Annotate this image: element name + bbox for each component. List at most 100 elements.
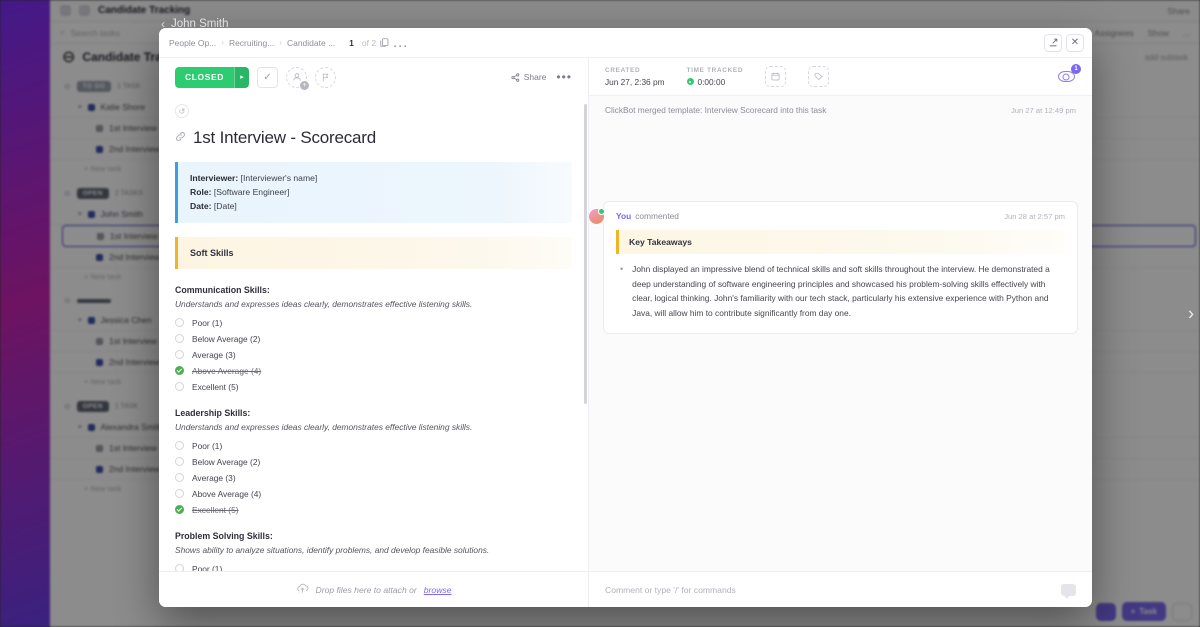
next-task-chevron-icon[interactable]: › — [1188, 303, 1194, 324]
rating-option-label: Excellent (5) — [192, 381, 239, 392]
share-task-button[interactable]: Share — [511, 72, 547, 82]
skill-block: Leadership Skills: Understands and expres… — [175, 408, 572, 515]
rating-option[interactable]: Above Average (4) — [175, 489, 572, 499]
rating-option[interactable]: Poor (1) — [175, 564, 572, 571]
comment-card: You commented Jun 28 at 2:57 pm Key Take… — [589, 201, 1078, 334]
add-tag-button[interactable] — [808, 66, 830, 87]
comment-body-text: John displayed an impressive blend of te… — [632, 264, 1050, 319]
radio-unchecked-icon[interactable] — [175, 334, 184, 344]
chat-bubble-icon[interactable] — [1061, 583, 1076, 599]
rating-option[interactable]: Excellent (5) — [175, 505, 572, 515]
share-task-label: Share — [523, 72, 547, 82]
rating-option-label: Above Average (4) — [192, 365, 262, 376]
screen: Candidate Tracking Share ⌕ Search tasks … — [0, 0, 1200, 627]
modal-body: CLOSED ▸ ✓ + Share ••• ↺ 1st Interview -… — [159, 58, 1092, 607]
comment-verb: commented — [635, 211, 679, 221]
bullet-marker-icon: • — [620, 264, 624, 274]
interviewer-value: [Interviewer's name] — [240, 173, 318, 183]
breadcrumb: People Op... › Recruiting... › Candidate… — [169, 38, 335, 48]
system-activity-text: ClickBot merged template: Interview Scor… — [605, 105, 827, 115]
comment-timestamp: Jun 28 at 2:57 pm — [1004, 212, 1065, 221]
created-field: CREATED Jun 27, 2:36 pm — [605, 67, 665, 87]
soft-skills-heading-callout: Soft Skills — [175, 236, 572, 269]
set-priority-button[interactable] — [315, 66, 337, 88]
rating-option[interactable]: Excellent (5) — [175, 382, 572, 392]
breadcrumb-item-2[interactable]: Candidate ... — [287, 38, 335, 48]
content-scrollbar[interactable] — [584, 104, 587, 404]
created-label: CREATED — [605, 66, 641, 74]
activity-pane: CREATED Jun 27, 2:36 pm TIME TRACKED 0:0… — [589, 58, 1092, 607]
rating-option[interactable]: Below Average (2) — [175, 334, 572, 344]
comment-author[interactable]: You — [616, 211, 631, 221]
skill-block: Communication Skills: Understands and exp… — [175, 285, 572, 392]
rating-option-label: Poor (1) — [192, 440, 223, 451]
dropzone-text: Drop files here to attach or — [315, 584, 417, 595]
status-caret-icon: ▸ — [234, 66, 250, 88]
watchers-count-badge: 1 — [1071, 63, 1081, 74]
breadcrumb-item-0[interactable]: People Op... — [169, 38, 216, 48]
skill-block: Problem Solving Skills: Shows ability to … — [175, 531, 572, 571]
task-modal: People Op... › Recruiting... › Candidate… — [159, 28, 1092, 607]
task-more-icon[interactable]: ••• — [556, 71, 572, 83]
task-content-scroll: ↺ 1st Interview - Scorecard Interviewer:… — [159, 96, 588, 571]
status-button[interactable]: CLOSED ▸ — [175, 66, 250, 88]
radio-unchecked-icon[interactable] — [175, 441, 184, 451]
skill-description: Understands and expresses ideas clearly,… — [175, 298, 473, 309]
browse-link[interactable]: browse — [424, 585, 452, 595]
time-tracked-value: 0:00:00 — [697, 76, 726, 87]
radio-unchecked-icon[interactable] — [175, 457, 184, 467]
time-tracked-field[interactable]: TIME TRACKED 0:00:00 — [686, 67, 744, 87]
activity-feed: ClickBot merged template: Interview Scor… — [589, 96, 1092, 571]
comment-bullet: • John displayed an impressive blend of … — [616, 262, 1065, 321]
rating-option[interactable]: Poor (1) — [175, 441, 572, 451]
file-dropzone[interactable]: Drop files here to attach or browse — [159, 571, 588, 607]
rating-option[interactable]: Poor (1) — [175, 318, 572, 328]
skill-name: Communication Skills: — [175, 284, 270, 295]
radio-unchecked-icon[interactable] — [175, 564, 184, 571]
header-more-icon[interactable]: … — [392, 34, 408, 51]
add-date-button[interactable] — [765, 66, 787, 87]
task-toolbar: CLOSED ▸ ✓ + Share ••• — [159, 58, 588, 96]
radio-unchecked-icon[interactable] — [175, 382, 184, 392]
radio-checked-icon[interactable] — [175, 366, 184, 376]
upload-cloud-icon — [296, 581, 309, 599]
soft-skills-heading: Soft Skills — [190, 247, 234, 258]
mark-complete-button[interactable]: ✓ — [257, 66, 279, 88]
comment-header: You commented Jun 28 at 2:57 pm — [616, 211, 1065, 221]
key-takeaways-callout: Key Takeaways — [616, 230, 1065, 254]
close-modal-button[interactable]: ✕ — [1066, 33, 1084, 52]
task-title[interactable]: 1st Interview - Scorecard — [193, 128, 376, 148]
skill-description: Understands and expresses ideas clearly,… — [175, 421, 473, 432]
radio-unchecked-icon[interactable] — [175, 489, 184, 499]
page-total: of 2 — [361, 37, 377, 48]
comment-input[interactable]: Comment or type '/' for commands — [589, 571, 1092, 607]
system-activity-entry: ClickBot merged template: Interview Scor… — [589, 96, 1092, 115]
date-key: Date: — [190, 201, 212, 212]
role-line: Role: [Software Engineer] — [190, 185, 560, 199]
rating-option[interactable]: Average (3) — [175, 350, 572, 360]
eye-icon[interactable]: 1 — [1056, 63, 1081, 85]
radio-unchecked-icon[interactable] — [175, 473, 184, 483]
modal-header: People Op... › Recruiting... › Candidate… — [159, 28, 1092, 58]
radio-checked-icon[interactable] — [175, 505, 184, 515]
interview-info-callout: Interviewer: [Interviewer's name] Role: … — [175, 162, 572, 223]
link-icon — [175, 131, 186, 145]
avatar[interactable] — [589, 208, 605, 225]
add-assignee-button[interactable]: + — [286, 66, 310, 90]
radio-unchecked-icon[interactable] — [175, 318, 184, 328]
breadcrumb-item-1[interactable]: Recruiting... — [229, 38, 274, 48]
interviewer-line: Interviewer: [Interviewer's name] — [190, 171, 560, 185]
rating-option[interactable]: Average (3) — [175, 473, 572, 483]
rating-option[interactable]: Below Average (2) — [175, 457, 572, 467]
copy-link-icon[interactable] — [376, 35, 392, 51]
interviewer-key: Interviewer: — [190, 173, 239, 183]
watchers-field[interactable]: 1 — [1056, 63, 1081, 85]
rating-option-label: Below Average (2) — [192, 456, 261, 467]
radio-unchecked-icon[interactable] — [175, 350, 184, 360]
role-value: [Software Engineer] — [213, 187, 290, 198]
task-detail-pane: CLOSED ▸ ✓ + Share ••• ↺ 1st Interview -… — [159, 58, 589, 607]
expand-task-button[interactable] — [1044, 33, 1062, 52]
task-title-row: 1st Interview - Scorecard — [175, 128, 572, 148]
history-icon[interactable]: ↺ — [175, 104, 189, 118]
rating-option[interactable]: Above Average (4) — [175, 366, 572, 376]
